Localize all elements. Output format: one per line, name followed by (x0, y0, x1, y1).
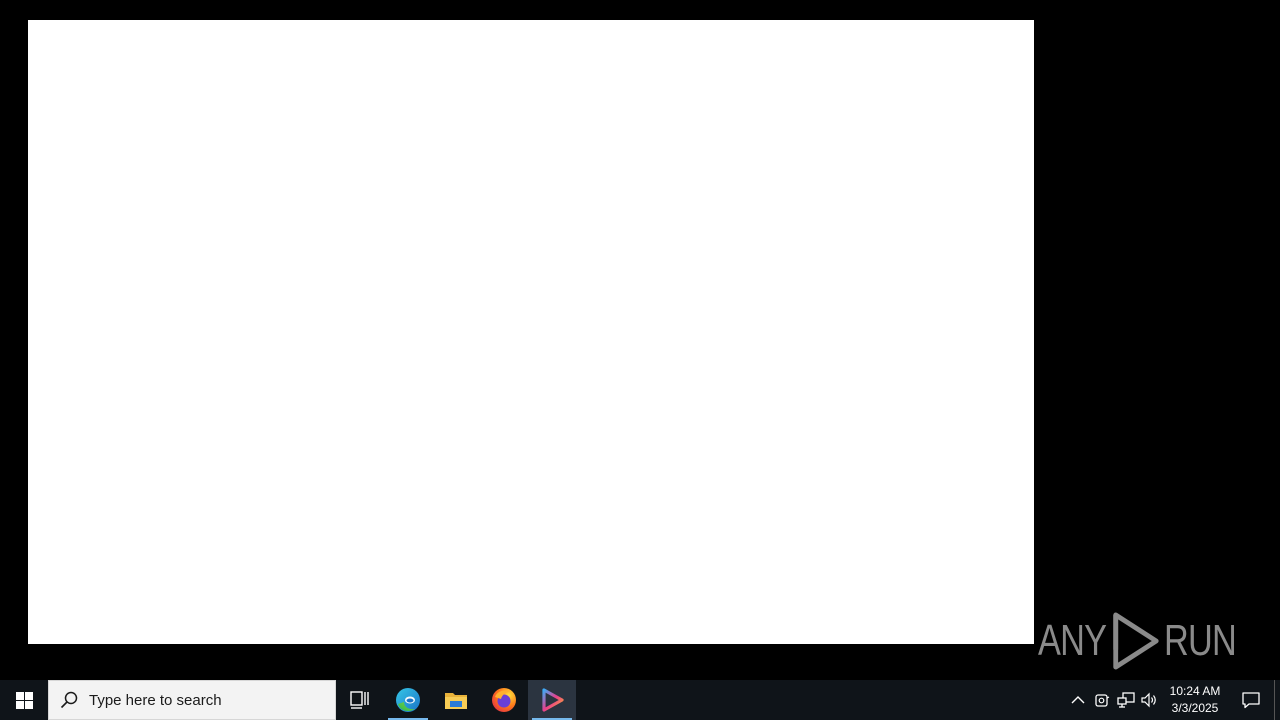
taskbar-spacer (576, 680, 1066, 720)
edge-icon (396, 688, 420, 712)
media-player-button[interactable] (528, 680, 576, 720)
show-hidden-icons-button[interactable] (1066, 680, 1090, 720)
play-icon (542, 688, 564, 712)
firefox-button[interactable] (480, 680, 528, 720)
desktop: ANY RUN (0, 0, 1280, 680)
chevron-up-icon (1071, 696, 1085, 704)
clock-date: 3/3/2025 (1171, 701, 1219, 715)
search-icon (49, 691, 89, 709)
network-icon (1117, 692, 1135, 708)
watermark-run-text: RUN (1164, 616, 1237, 665)
folder-icon (445, 693, 467, 709)
blank-app-window[interactable] (28, 20, 1034, 644)
taskbar-clock[interactable]: 10:24 AM 3/3/2025 (1162, 680, 1228, 720)
camera-icon (1095, 694, 1110, 707)
action-center-button[interactable] (1228, 680, 1274, 720)
meet-now-button[interactable] (1090, 680, 1114, 720)
windows-logo-icon (15, 691, 33, 709)
watermark-any-text: ANY (1038, 616, 1107, 665)
anyrun-watermark: ANY RUN (1038, 608, 1237, 674)
network-button[interactable] (1114, 680, 1138, 720)
edge-button[interactable] (384, 680, 432, 720)
firefox-icon (492, 688, 516, 712)
file-explorer-button[interactable] (432, 680, 480, 720)
volume-button[interactable] (1138, 680, 1162, 720)
anyrun-play-logo-icon (1113, 612, 1159, 670)
start-button[interactable] (0, 680, 48, 720)
taskbar: Type here to search 10:24 AM 3/3/2025 (0, 680, 1280, 720)
search-placeholder: Type here to search (89, 691, 222, 709)
system-tray: 10:24 AM 3/3/2025 (1066, 680, 1280, 720)
task-view-button[interactable] (336, 680, 384, 720)
speaker-icon (1141, 692, 1156, 708)
notification-icon (1242, 692, 1260, 709)
task-view-icon (350, 691, 369, 709)
clock-time: 10:24 AM (1169, 684, 1221, 698)
taskbar-search-box[interactable]: Type here to search (48, 680, 336, 720)
show-desktop-button[interactable] (1274, 680, 1280, 720)
